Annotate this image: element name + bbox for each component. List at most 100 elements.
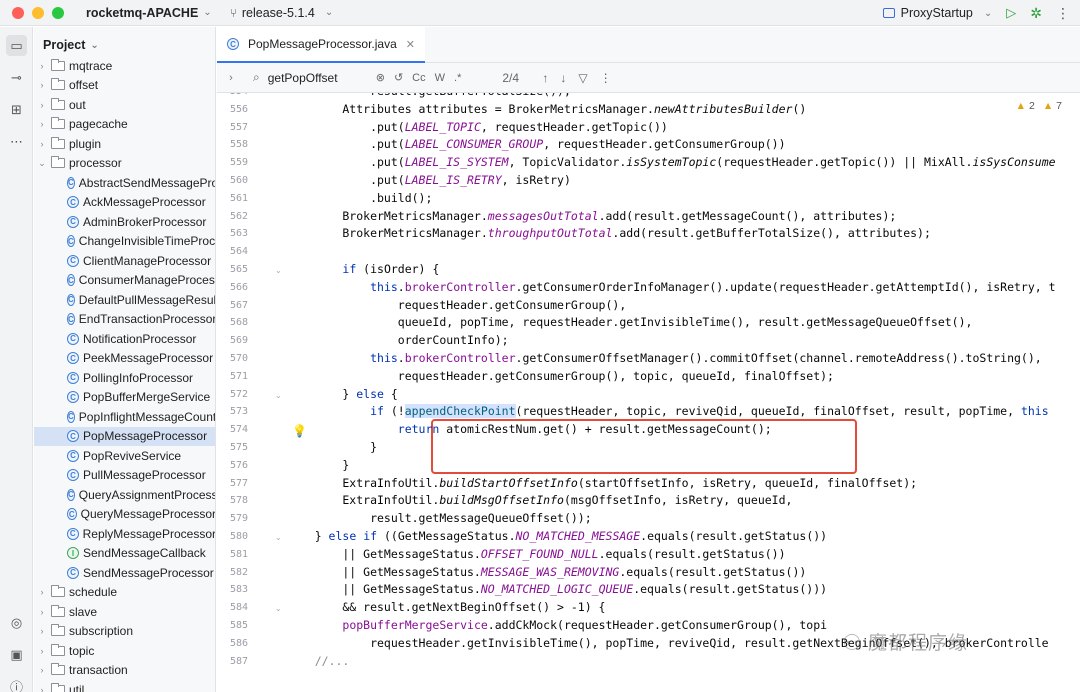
tree-item-replymessageprocessor[interactable]: C ReplyMessageProcessor: [34, 524, 215, 544]
tree-folder-pagecache[interactable]: › pagecache: [34, 115, 215, 135]
search-history-icon[interactable]: ↺: [394, 71, 403, 84]
tree-item-popinflightmessagecounter[interactable]: C PopInflightMessageCounter: [34, 407, 215, 427]
tree-item-endtransactionprocessor[interactable]: C EndTransactionProcessor: [34, 310, 215, 330]
tree-folder-offset[interactable]: › offset: [34, 76, 215, 96]
tree-item-querymessageprocessor[interactable]: C QueryMessageProcessor: [34, 505, 215, 525]
chevron-right-icon[interactable]: ›: [36, 587, 48, 597]
services-icon[interactable]: ◎: [6, 612, 27, 633]
tree-item-adminbrokerprocessor[interactable]: C AdminBrokerProcessor: [34, 212, 215, 232]
code-editor[interactable]: ▲ 2 ▲ 7 💡 554 result.getBufferTotalSize(…: [217, 93, 1080, 692]
commit-icon[interactable]: ⊸: [6, 67, 27, 88]
chevron-right-icon[interactable]: ›: [36, 646, 48, 656]
chevron-right-icon[interactable]: ›: [36, 119, 48, 129]
inspection-widget[interactable]: ▲ 2 ▲ 7: [1016, 100, 1062, 112]
project-panel: Project ⌄ › mqtrace › offset › out › pagecache ›…: [34, 27, 216, 692]
code-line: requestHeader.getConsumerGroup(),: [287, 297, 627, 312]
tree-item-popbuffermergeservice[interactable]: C PopBufferMergeService: [34, 388, 215, 408]
tree-item-label: PeekMessageProcessor: [83, 351, 214, 366]
chevron-right-icon[interactable]: ›: [36, 61, 48, 71]
match-case-option[interactable]: Cc: [412, 72, 425, 84]
filter-icon[interactable]: ▽: [578, 71, 587, 85]
tree-item-sendmessageprocessor[interactable]: C SendMessageProcessor: [34, 563, 215, 583]
tree-folder-plugin[interactable]: › plugin: [34, 134, 215, 154]
class-icon: C: [227, 38, 239, 50]
tree-folder-util[interactable]: › util: [34, 680, 215, 692]
tree-item-pollinginfoprocessor[interactable]: C PollingInfoProcessor: [34, 368, 215, 388]
code-line: this.brokerController.getConsumerOrderIn…: [370, 279, 1056, 294]
terminal-icon[interactable]: ▣: [6, 644, 27, 665]
tree-folder-schedule[interactable]: › schedule: [34, 583, 215, 603]
folder-icon: [51, 136, 65, 149]
run-icon[interactable]: ▷: [1006, 5, 1016, 21]
zoom-window-button[interactable]: [52, 6, 64, 19]
search-input[interactable]: getPopOffset: [268, 71, 376, 85]
tree-folder-transaction[interactable]: › transaction: [34, 661, 215, 681]
problems-icon[interactable]: ⓘ: [6, 676, 27, 692]
tree-folder-subscription[interactable]: › subscription: [34, 622, 215, 642]
tree-item-popmessageprocessor[interactable]: C PopMessageProcessor: [34, 426, 215, 446]
tree-item-changeinvisibletimeprocessor[interactable]: CChangeInvisibleTimeProcessor: [34, 232, 215, 252]
tree-item-ackmessageprocessor[interactable]: C AckMessageProcessor: [34, 193, 215, 213]
more-vertical-icon[interactable]: ⋮: [600, 71, 612, 85]
tree-folder-topic[interactable]: › topic: [34, 641, 215, 661]
chevron-right-icon[interactable]: ›: [217, 72, 245, 84]
regex-option[interactable]: .*: [454, 72, 461, 84]
debug-icon[interactable]: ✲: [1030, 5, 1042, 22]
fold-icon[interactable]: ⌄: [275, 391, 282, 400]
close-window-button[interactable]: [12, 6, 24, 19]
minimize-window-button[interactable]: [32, 6, 44, 19]
chevron-right-icon[interactable]: ›: [36, 80, 48, 90]
tree-item-peekmessageprocessor[interactable]: C PeekMessageProcessor: [34, 349, 215, 369]
git-branch-icon: ⑂: [229, 5, 237, 20]
tree-item-abstractsendmessageprocessor[interactable]: CAbstractSendMessageProcessor: [34, 173, 215, 193]
fold-icon[interactable]: ⌄: [275, 266, 282, 275]
chevron-right-icon[interactable]: ›: [36, 685, 48, 692]
line-number: 566: [229, 281, 248, 293]
tree-item-pullmessageprocessor[interactable]: C PullMessageProcessor: [34, 466, 215, 486]
class-icon: C: [67, 410, 75, 423]
fold-icon[interactable]: ⌄: [275, 604, 282, 613]
folder-icon[interactable]: ▭: [6, 35, 27, 56]
tree-item-label: ClientManageProcessor: [83, 253, 212, 268]
more-horizontal-icon[interactable]: ⋯: [6, 131, 27, 152]
chevron-right-icon[interactable]: ›: [36, 626, 48, 636]
chevron-right-icon[interactable]: ›: [36, 139, 48, 149]
code-line: .put(LABEL_IS_RETRY, isRetry): [287, 173, 571, 187]
tree-folder-mqtrace[interactable]: › mqtrace: [34, 56, 215, 76]
chevron-right-icon[interactable]: ›: [36, 665, 48, 675]
more-vertical-icon[interactable]: ⋮: [1056, 5, 1070, 22]
tree-item-queryassignmentprocessor[interactable]: C QueryAssignmentProcessor: [34, 485, 215, 505]
chevron-down-icon: ⌄: [90, 39, 99, 51]
tree-item-sendmessagecallback[interactable]: I SendMessageCallback: [34, 544, 215, 564]
branch-switcher[interactable]: ⑂ release-5.1.4 ⌄: [230, 6, 334, 20]
arrow-up-icon[interactable]: ↑: [542, 71, 548, 85]
tree-folder-slave[interactable]: › slave: [34, 602, 215, 622]
line-number: 559: [229, 157, 248, 169]
tree-item-notificationprocessor[interactable]: C NotificationProcessor: [34, 329, 215, 349]
find-bar: › ⌕ getPopOffset ⊗ ↺ Cc W .* 2/4 ↑ ↓ ▽ ⋮: [217, 63, 1080, 93]
tree-item-consumermanageprocessor[interactable]: CConsumerManageProcessor: [34, 271, 215, 291]
code-line: || GetMessageStatus.NO_MATCHED_LOGIC_QUE…: [287, 582, 828, 597]
line-number: 583: [229, 584, 248, 596]
project-switcher[interactable]: rocketmq-APACHE: [86, 6, 198, 20]
run-configuration-selector[interactable]: ProxyStartup ⌄: [882, 6, 992, 20]
clear-search-icon[interactable]: ⊗: [376, 71, 385, 84]
tree-item-defaultpullmessageresulthandler[interactable]: CDefaultPullMessageResultHandler: [34, 290, 215, 310]
chevron-down-icon[interactable]: ⌄: [36, 158, 48, 169]
tree-item-popreviveservice[interactable]: C PopReviveService: [34, 446, 215, 466]
tree-item-clientmanageprocessor[interactable]: C ClientManageProcessor: [34, 251, 215, 271]
chevron-right-icon[interactable]: ›: [36, 607, 48, 617]
folder-icon: [51, 585, 65, 598]
arrow-down-icon[interactable]: ↓: [560, 71, 566, 85]
whole-words-option[interactable]: W: [435, 72, 445, 84]
chevron-right-icon[interactable]: ›: [36, 100, 48, 110]
tree-item-label: AckMessageProcessor: [83, 195, 206, 210]
line-number: 585: [229, 620, 248, 631]
tree-item-label: plugin: [69, 136, 102, 151]
structure-icon[interactable]: ⊞: [6, 99, 27, 120]
tree-folder-out[interactable]: › out: [34, 95, 215, 115]
fold-icon[interactable]: ⌄: [275, 533, 282, 542]
tab-popmessageprocessor[interactable]: C PopMessageProcessor.java ✕: [217, 27, 425, 63]
tree-folder-processor[interactable]: ⌄ processor: [34, 154, 215, 174]
close-icon[interactable]: ✕: [406, 38, 415, 51]
